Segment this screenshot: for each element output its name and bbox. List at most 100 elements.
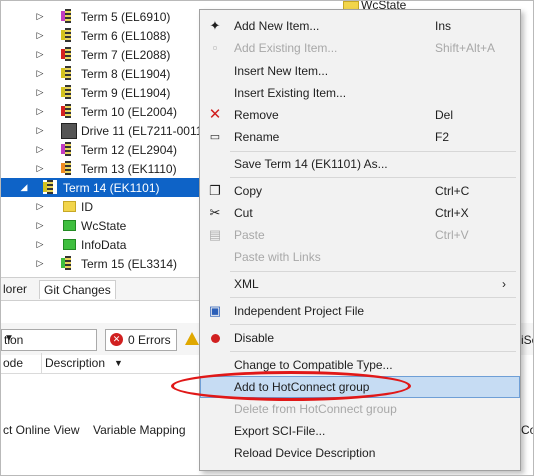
tab-solution-explorer[interactable]: lorer <box>1 280 31 298</box>
tree-item-label: Term 15 (EL3314) <box>81 256 178 271</box>
bottom-right-text: Co <box>521 423 533 437</box>
tab-git-changes[interactable]: Git Changes <box>39 280 116 299</box>
menu-item-label: Cut <box>234 206 253 220</box>
menu-item-label: Save Term 14 (EK1101) As... <box>234 157 388 171</box>
expand-arrow-icon[interactable]: ▷ <box>35 201 45 212</box>
existing-item-icon: ▫ <box>212 40 218 55</box>
menu-item-save-as[interactable]: Save Term 14 (EK1101) As... <box>200 153 520 175</box>
tree-item-label: Term 8 (EL1904) <box>81 66 171 81</box>
tree-item[interactable]: ▷ Drive 11 (EL7211-0011) <box>1 121 206 140</box>
tree-item[interactable]: ▷ Term 13 (EK1110) <box>1 159 206 178</box>
expand-arrow-icon[interactable]: ▷ <box>35 163 45 174</box>
explorer-tab-bar: lorer Git Changes <box>1 277 206 301</box>
tree-item[interactable]: ▷ Term 15 (EL3314) <box>1 254 206 273</box>
terminal-icon <box>61 66 75 80</box>
terminal-icon <box>61 9 75 23</box>
terminal-icon <box>61 28 75 42</box>
menu-item-xml[interactable]: XML › <box>200 273 520 295</box>
menu-item-cut[interactable]: ✂ Cut Ctrl+X <box>200 202 520 224</box>
menu-item-label: Independent Project File <box>234 304 365 318</box>
menu-item-export-sci-file[interactable]: Export SCI-File... <box>200 420 520 442</box>
expand-arrow-icon[interactable]: ▷ <box>35 11 45 22</box>
tree-item[interactable]: ▷ Term 8 (EL1904) <box>1 64 206 83</box>
tree-item-label: Drive 11 (EL7211-0011) <box>81 123 207 138</box>
terminal-icon <box>61 47 75 61</box>
terminal-icon <box>61 104 75 118</box>
tree-item[interactable]: ▷ Term 6 (EL1088) <box>1 26 206 45</box>
menu-item-delete-hotconnect-group[interactable]: Delete from HotConnect group <box>200 398 520 420</box>
tree-item-label: Term 9 (EL1904) <box>81 85 171 100</box>
folder-icon <box>63 201 76 212</box>
menu-item-remove[interactable]: ✕ Remove Del <box>200 104 520 126</box>
tree-item[interactable]: ▷ Term 10 (EL2004) <box>1 102 206 121</box>
errors-filter-button[interactable]: ✕ 0 Errors <box>105 329 177 351</box>
menu-item-independent-project-file[interactable]: ▣ Independent Project File <box>200 300 520 322</box>
tree-item[interactable]: ▷ WcState <box>1 216 206 235</box>
tree-item[interactable]: ▷ Term 12 (EL2904) <box>1 140 206 159</box>
expand-arrow-icon[interactable]: ▷ <box>35 258 45 269</box>
terminal-icon <box>43 180 57 194</box>
column-description[interactable]: Description <box>45 356 105 370</box>
menu-item-paste-with-links[interactable]: Paste with Links <box>200 246 520 268</box>
expand-arrow-icon[interactable]: ▷ <box>35 49 45 60</box>
tree-item-selected[interactable]: ◢ Term 14 (EK1101) <box>1 178 206 197</box>
terminal-icon <box>61 142 75 156</box>
tree-item[interactable]: ▷ InfoData <box>1 235 206 254</box>
menu-item-paste[interactable]: ▤ Paste Ctrl+V <box>200 224 520 246</box>
sort-down-icon[interactable]: ▼ <box>114 358 123 368</box>
menu-item-rename[interactable]: ▭ Rename F2 <box>200 126 520 148</box>
error-list-header: ode Description ▼ <box>1 353 206 374</box>
tree-item[interactable]: ▷ Term 9 (EL1904) <box>1 83 206 102</box>
drive-icon <box>61 123 77 139</box>
warning-icon[interactable] <box>185 332 199 345</box>
expand-arrow-icon[interactable]: ▷ <box>35 87 45 98</box>
tree-item-label: Term 5 (EL6910) <box>81 9 171 24</box>
tree-item-label: ID <box>81 199 93 214</box>
menu-item-label: Change to Compatible Type... <box>234 358 393 372</box>
cut-icon: ✂ <box>209 205 221 220</box>
tree-item-label: Term 13 (EK1110) <box>81 161 177 176</box>
menu-item-label: Delete from HotConnect group <box>234 402 397 416</box>
variable-icon <box>63 220 76 231</box>
column-code[interactable]: ode <box>3 356 23 370</box>
menu-item-label: Export SCI-File... <box>234 424 326 438</box>
error-icon: ✕ <box>110 333 123 346</box>
menu-separator <box>230 271 516 272</box>
tree-item[interactable]: ▷ ID <box>1 197 206 216</box>
expand-arrow-icon[interactable]: ▷ <box>35 144 45 155</box>
disable-icon <box>207 330 223 346</box>
menu-item-change-compatible-type[interactable]: Change to Compatible Type... <box>200 354 520 376</box>
tree-item-label: Term 12 (EL2904) <box>81 142 178 157</box>
save-icon: ▣ <box>208 303 222 318</box>
expand-arrow-icon[interactable]: ▷ <box>35 30 45 41</box>
menu-item-label: Insert Existing Item... <box>234 86 347 100</box>
menu-item-shortcut: Ctrl+X <box>435 206 469 220</box>
error-filter-combo[interactable]: tion ▼ <box>1 329 97 351</box>
expand-arrow-icon[interactable]: ▷ <box>35 239 45 250</box>
expand-arrow-icon[interactable]: ▷ <box>35 68 45 79</box>
tree-item[interactable]: ▷ Term 5 (EL6910) <box>1 7 206 26</box>
menu-separator <box>230 324 516 325</box>
menu-item-shortcut: Del <box>435 108 454 122</box>
menu-separator <box>230 351 516 352</box>
menu-item-add-new-item[interactable]: ✦ Add New Item... Ins <box>200 15 520 37</box>
expand-arrow-icon[interactable]: ▷ <box>35 106 45 117</box>
menu-item-disable[interactable]: Disable <box>200 327 520 349</box>
chevron-down-icon: ▼ <box>4 333 14 344</box>
tab-variable-mapping[interactable]: Variable Mapping <box>93 423 186 437</box>
menu-item-label: Copy <box>234 184 263 198</box>
tab-online-view[interactable]: ct Online View <box>3 423 79 437</box>
menu-item-reload-device-description[interactable]: Reload Device Description <box>200 442 520 464</box>
chevron-right-icon: › <box>502 277 506 291</box>
menu-item-add-hotconnect-group[interactable]: Add to HotConnect group <box>200 376 520 398</box>
menu-item-insert-new-item[interactable]: Insert New Item... <box>200 60 520 82</box>
expand-arrow-icon[interactable]: ▷ <box>35 220 45 231</box>
tree-item[interactable]: ▷ Term 7 (EL2088) <box>1 45 206 64</box>
collapse-arrow-icon[interactable]: ◢ <box>19 182 29 193</box>
menu-item-label: Insert New Item... <box>234 64 329 78</box>
menu-item-insert-existing-item[interactable]: Insert Existing Item... <box>200 82 520 104</box>
expand-arrow-icon[interactable]: ▷ <box>35 125 45 136</box>
menu-item-add-existing-item[interactable]: ▫ Add Existing Item... Shift+Alt+A <box>200 37 520 59</box>
menu-item-copy[interactable]: ❐ Copy Ctrl+C <box>200 180 520 202</box>
menu-item-label: Reload Device Description <box>234 446 376 460</box>
